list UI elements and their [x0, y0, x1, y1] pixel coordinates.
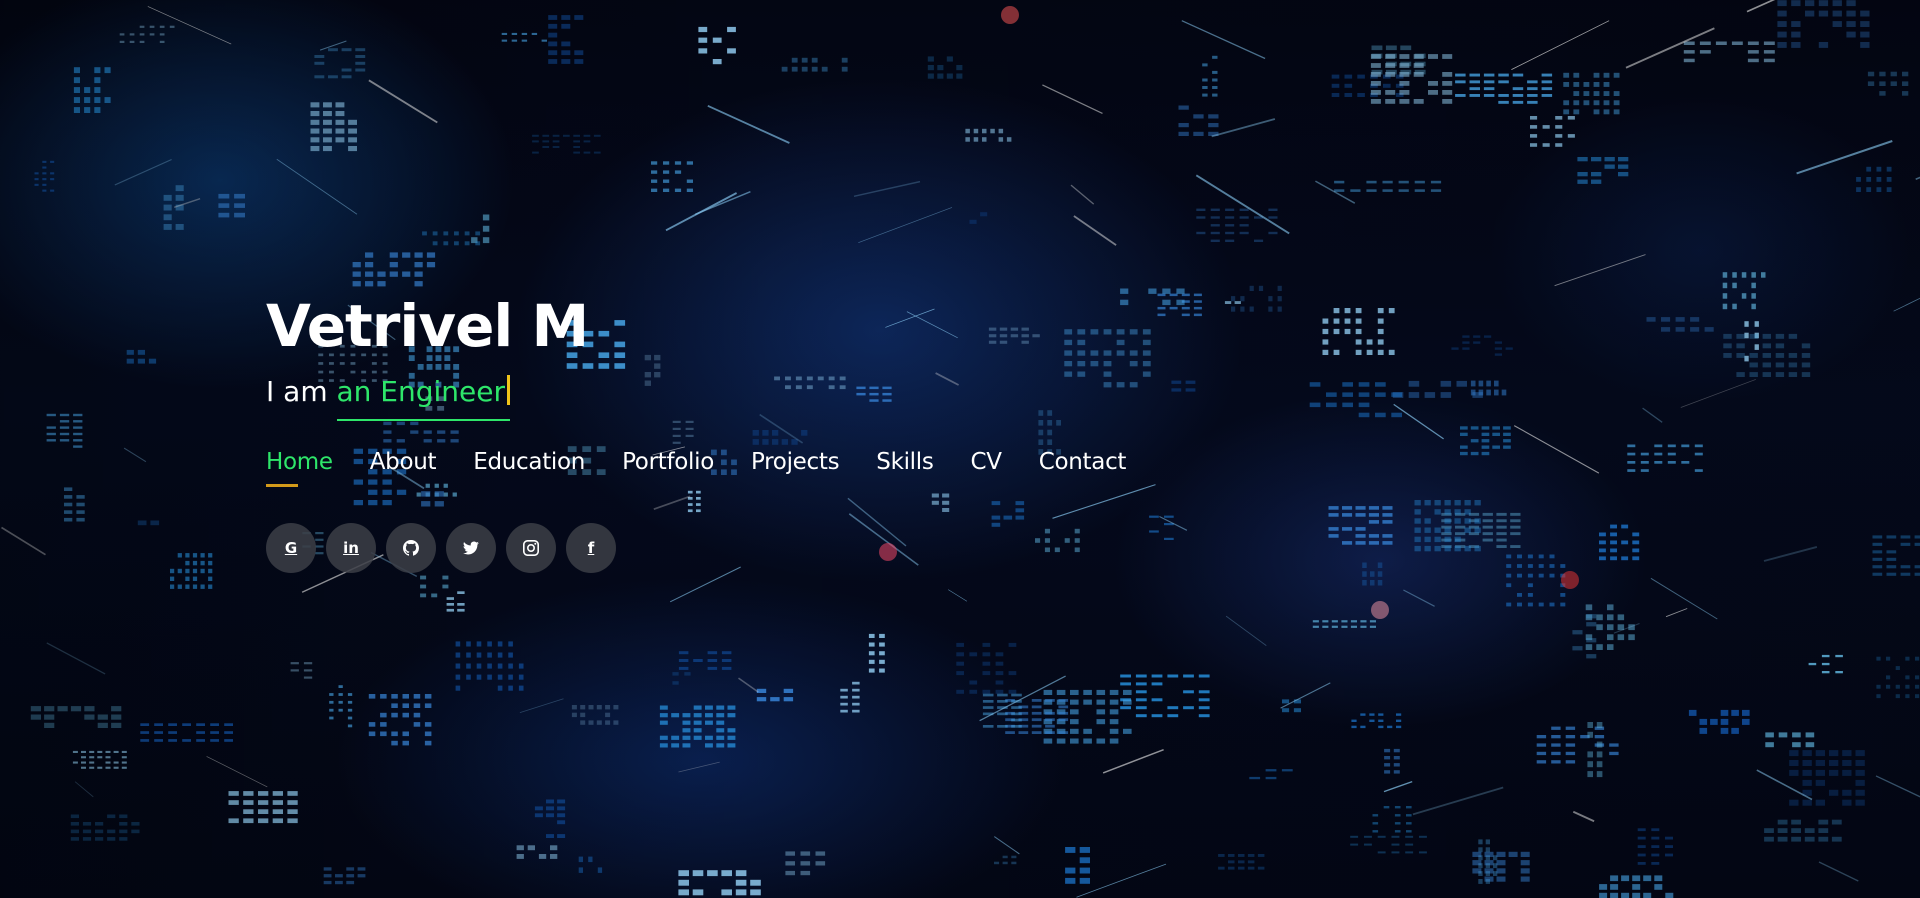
twitter-link[interactable] — [446, 523, 496, 573]
instagram-icon — [523, 540, 539, 556]
facebook-icon: f — [587, 539, 595, 557]
typed-text-value: an Engineer — [336, 375, 506, 408]
facebook-link[interactable]: f — [566, 523, 616, 573]
linkedin-link[interactable]: in — [326, 523, 376, 573]
github-icon — [403, 540, 419, 556]
nav-cv[interactable]: CV — [971, 449, 1003, 487]
nav-portfolio[interactable]: Portfolio — [622, 449, 714, 487]
typed-text: an Engineer — [336, 371, 511, 421]
typing-cursor — [507, 375, 511, 405]
github-link[interactable] — [386, 523, 436, 573]
instagram-link[interactable] — [506, 523, 556, 573]
hero-section: Vetrivel M I am an Engineer Home About E… — [0, 0, 1920, 898]
nav-projects[interactable]: Projects — [751, 449, 840, 487]
hero-name: Vetrivel M — [266, 292, 589, 360]
google-icon: G — [284, 539, 298, 557]
nav-contact[interactable]: Contact — [1039, 449, 1127, 487]
hero-tagline: I am an Engineer — [266, 371, 1163, 421]
linkedin-icon: in — [343, 539, 359, 557]
nav-about[interactable]: About — [370, 449, 437, 487]
nav-home[interactable]: Home — [266, 449, 333, 487]
nav-skills[interactable]: Skills — [876, 449, 934, 487]
google-link[interactable]: G — [266, 523, 316, 573]
social-links: G in f — [266, 523, 1163, 573]
main-nav: Home About Education Portfolio Projects … — [266, 449, 1163, 487]
twitter-icon — [463, 541, 479, 555]
hero-content: Vetrivel M I am an Engineer Home About E… — [266, 285, 1163, 573]
tagline-prefix: I am — [266, 375, 328, 408]
nav-education[interactable]: Education — [473, 449, 585, 487]
